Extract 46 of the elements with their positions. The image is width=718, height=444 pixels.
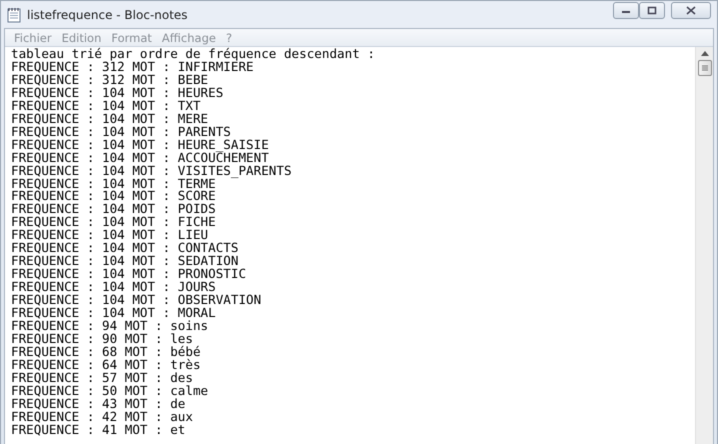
text-line: FREQUENCE : 104 MOT : TERME	[11, 178, 216, 190]
text-line: FREQUENCE : 104 MOT : SCORE	[11, 190, 217, 204]
close-button[interactable]	[671, 2, 711, 19]
text-line: FREQUENCE : 104 MOT : HEURE_SAISIE	[11, 138, 270, 152]
text-line: FREQUENCE : 43 MOT : de	[11, 398, 186, 411]
text-line: FREQUENCE : 104 MOT : TXT	[11, 100, 202, 113]
menu-item[interactable]: Format	[106, 30, 157, 44]
text-line: FREQUENCE : 50 MOT : calme	[11, 384, 210, 398]
menu-item[interactable]: ?	[220, 30, 238, 44]
text-line: FREQUENCE : 104 MOT : JOURS	[11, 281, 217, 294]
text-line: FREQUENCE : 104 MOT : PARENTS	[11, 126, 232, 139]
menu-item[interactable]: Fichier	[9, 30, 57, 44]
text-line: FREQUENCE : 42 MOT : aux	[11, 410, 194, 424]
menu-item[interactable]: Edition	[56, 30, 106, 44]
text-line: FREQUENCE : 104 MOT : SEDATION	[11, 255, 240, 268]
notepad-icon	[7, 6, 21, 22]
minimize-button[interactable]	[613, 2, 639, 19]
scrollbar[interactable]	[695, 47, 713, 444]
text-line: FREQUENCE : 104 MOT : VISITES_PARENTS	[11, 164, 293, 178]
text-line: FREQUENCE : 104 MOT : ACCOUCHEMENT	[11, 152, 270, 165]
scrollbar-thumb[interactable]	[698, 60, 712, 76]
text-line: FREQUENCE : 104 MOT : POIDS	[11, 203, 217, 216]
text-line: FREQUENCE : 57 MOT : des	[11, 372, 194, 385]
text-line: FREQUENCE : 104 MOT : HEURES	[11, 86, 224, 100]
text-line: FREQUENCE : 104 MOT : FICHE	[11, 216, 217, 230]
scroll-up-icon[interactable]	[700, 51, 708, 56]
text-line: FREQUENCE : 104 MOT : MORAL	[11, 307, 217, 320]
text-line: tableau trié par ordre de fréquence descendant :	[11, 48, 376, 61]
text-line: FREQUENCE : 104 MOT : PRONOSTIC	[11, 268, 248, 282]
text-line: FREQUENCE : 104 MOT : OBSERVATION	[11, 294, 262, 308]
text-line: FREQUENCE : 312 MOT : BEBE	[11, 74, 210, 87]
text-line: FREQUENCE : 104 MOT : LIEU	[11, 229, 210, 242]
menu-item[interactable]: Affichage	[156, 30, 221, 44]
text-line: FREQUENCE : 94 MOT : soins	[11, 320, 210, 333]
text-line: FREQUENCE : 312 MOT : INFIRMIERE	[11, 60, 254, 74]
grip-icon	[702, 65, 708, 71]
text-line: FREQUENCE : 104 MOT : MERE	[11, 112, 210, 126]
maximize-button[interactable]	[639, 2, 665, 19]
maximize-icon	[647, 6, 657, 15]
text-line: FREQUENCE : 41 MOT : et	[11, 424, 186, 437]
text-line: FREQUENCE : 68 MOT : bébé	[11, 346, 202, 359]
text-line: FREQUENCE : 64 MOT : très	[11, 358, 202, 372]
text-line: FREQUENCE : 104 MOT : CONTACTS	[11, 242, 240, 256]
close-icon	[686, 6, 696, 15]
window-title: listefrequence - Bloc-notes	[27, 8, 188, 22]
text-line: FREQUENCE : 90 MOT : les	[11, 332, 193, 346]
